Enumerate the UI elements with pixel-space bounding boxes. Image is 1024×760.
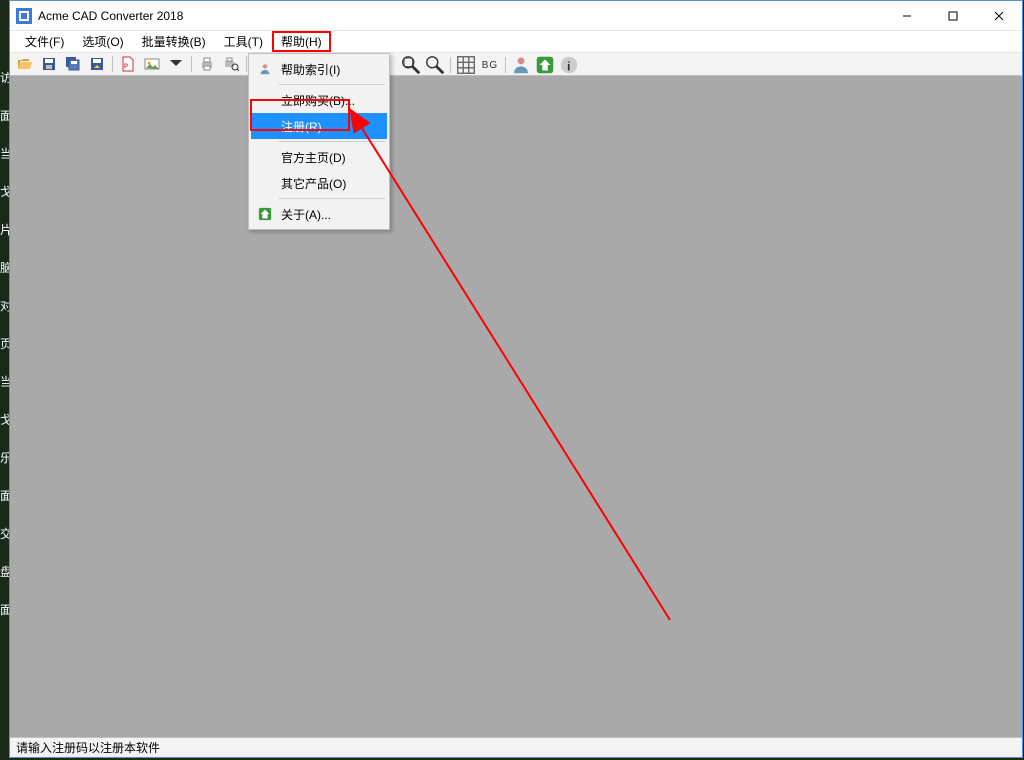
svg-text:P: P <box>124 64 128 70</box>
statusbar: 请输入注册码以注册本软件 <box>10 737 1022 757</box>
zoom-fit-button[interactable] <box>424 55 446 75</box>
grid-button[interactable] <box>455 55 477 75</box>
menu-buy-now[interactable]: 立即购买(B)... <box>251 87 387 113</box>
dropdown-toggle[interactable] <box>165 54 187 74</box>
print-preview-button[interactable] <box>220 54 242 74</box>
app-window: Acme CAD Converter 2018 文件(F) 选项(O) 批量转换… <box>9 0 1023 758</box>
menu-batch[interactable]: 批量转换(B) <box>133 31 215 52</box>
menu-register[interactable]: 注册(R)... <box>251 113 387 139</box>
menu-homepage[interactable]: 官方主页(D) <box>251 144 387 170</box>
home-button[interactable] <box>534 55 556 75</box>
maximize-button[interactable] <box>930 1 976 30</box>
print-button[interactable] <box>196 54 218 74</box>
bg-button[interactable]: BG <box>479 55 501 75</box>
menu-other-products[interactable]: 其它产品(O) <box>251 170 387 196</box>
app-icon <box>16 8 32 24</box>
save-button[interactable] <box>38 54 60 74</box>
image-button[interactable] <box>141 54 163 74</box>
open-button[interactable] <box>14 54 36 74</box>
pdf-button[interactable]: P <box>117 54 139 74</box>
save-all-button[interactable] <box>62 54 84 74</box>
window-title: Acme CAD Converter 2018 <box>38 9 183 23</box>
person-icon <box>257 61 273 77</box>
menu-help-index[interactable]: 帮助索引(I) <box>251 56 387 82</box>
svg-text:i: i <box>567 60 570 74</box>
status-text: 请输入注册码以注册本软件 <box>16 739 160 756</box>
menu-tools[interactable]: 工具(T) <box>215 31 272 52</box>
menu-options[interactable]: 选项(O) <box>73 31 132 52</box>
work-area <box>10 76 1022 737</box>
menu-about[interactable]: 关于(A)... <box>251 201 387 227</box>
desktop-cropped-strip: 访 面 当 戈 片 脑 对 页 当 戈 乐 面 交 盘 面 <box>0 70 9 640</box>
person-button[interactable] <box>510 55 532 75</box>
titlebar: Acme CAD Converter 2018 <box>10 1 1022 31</box>
zoom-extents-button[interactable] <box>400 55 422 75</box>
minimize-button[interactable] <box>884 1 930 30</box>
help-dropdown: 帮助索引(I) 立即购买(B)... 注册(R)... 官方主页(D) 其它产品… <box>248 53 390 230</box>
close-button[interactable] <box>976 1 1022 30</box>
info-button[interactable]: i <box>558 55 580 75</box>
menubar: 文件(F) 选项(O) 批量转换(B) 工具(T) 帮助(H) <box>10 31 1022 53</box>
menu-file[interactable]: 文件(F) <box>16 31 73 52</box>
home-icon <box>257 206 273 222</box>
menu-help[interactable]: 帮助(H) <box>272 31 331 52</box>
export-button[interactable] <box>86 54 108 74</box>
